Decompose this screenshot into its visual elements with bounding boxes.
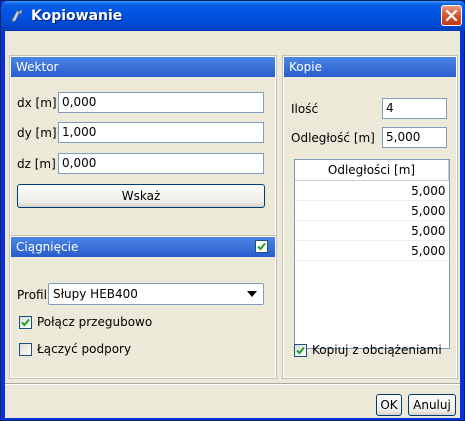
ciagniecie-header: Ciągnięcie xyxy=(11,237,275,257)
table-cell[interactable]: 5,000 xyxy=(295,240,449,261)
dz-field[interactable]: 0,000 xyxy=(58,153,264,174)
wektor-header-label: Wektor xyxy=(16,60,59,74)
table-header-row: Odległości [m] xyxy=(295,160,449,181)
odleglosci-table: Odległości [m] 5,000 5,000 5,000 5,000 xyxy=(294,159,450,349)
polacz-label: Połącz przegubowo xyxy=(37,315,153,329)
check-icon xyxy=(257,242,266,251)
dz-label: dz [m] xyxy=(17,157,56,171)
ciagniecie-panel: Ciągnięcie Profil Słupy HEB400 Połącz pr… xyxy=(10,236,276,378)
dx-label: dx [m] xyxy=(17,96,57,110)
close-icon xyxy=(445,9,458,22)
dx-field[interactable]: 0,000 xyxy=(58,92,264,113)
polacz-checkbox[interactable] xyxy=(19,316,32,329)
check-icon xyxy=(21,318,30,327)
kopiuj-checkbox[interactable] xyxy=(294,344,307,357)
dy-field[interactable]: 1,000 xyxy=(58,122,264,143)
kopie-header-label: Kopie xyxy=(289,60,322,74)
odleglosci-grid: Odległości [m] 5,000 5,000 5,000 5,000 xyxy=(295,160,449,261)
table-row[interactable]: 5,000 xyxy=(295,240,449,261)
ok-button-label: OK xyxy=(380,398,398,412)
laczyc-label: Łączyć podpory xyxy=(37,342,132,356)
kopie-header: Kopie xyxy=(284,57,456,77)
table-cell[interactable]: 5,000 xyxy=(295,200,449,221)
wektor-panel: Wektor dx [m] 0,000 dy [m] 1,000 dz [m] … xyxy=(10,56,276,246)
title-bar[interactable]: Kopiowanie xyxy=(1,1,465,31)
profil-select-value: Słupy HEB400 xyxy=(53,287,138,301)
check-icon xyxy=(296,346,305,355)
table-header-cell: Odległości [m] xyxy=(295,160,449,181)
odleglosc-label: Odległość [m] xyxy=(291,131,375,145)
footer-separator xyxy=(5,383,460,385)
cancel-button[interactable]: Anuluj xyxy=(408,394,456,416)
cancel-button-label: Anuluj xyxy=(413,398,451,412)
laczyc-checkbox[interactable] xyxy=(19,343,32,356)
ciagniecie-enable-checkbox[interactable] xyxy=(255,240,268,253)
dy-label: dy [m] xyxy=(17,126,57,140)
table-row[interactable]: 5,000 xyxy=(295,220,449,241)
table-cell[interactable]: 5,000 xyxy=(295,220,449,241)
kopie-panel: Kopie Ilość 4 Odległość [m] 5,000 Odległ… xyxy=(283,56,457,378)
close-button[interactable] xyxy=(441,5,462,26)
window-title: Kopiowanie xyxy=(31,8,123,24)
wskaz-button-label: Wskaż xyxy=(121,189,161,203)
wskaz-button[interactable]: Wskaż xyxy=(17,184,265,208)
chevron-down-icon xyxy=(247,291,257,297)
ok-button[interactable]: OK xyxy=(376,394,402,416)
dialog-client-area: Wektor dx [m] 0,000 dy [m] 1,000 dz [m] … xyxy=(5,31,460,418)
table-cell[interactable]: 5,000 xyxy=(295,180,449,201)
ilosc-label: Ilość xyxy=(291,102,319,116)
kopiuj-label: Kopiuj z obciążeniami xyxy=(312,343,442,357)
ilosc-field[interactable]: 4 xyxy=(382,98,447,119)
odleglosc-field[interactable]: 5,000 xyxy=(382,127,447,148)
table-row[interactable]: 5,000 xyxy=(295,180,449,201)
table-row[interactable]: 5,000 xyxy=(295,200,449,221)
copy-app-icon xyxy=(11,9,23,22)
profil-select[interactable]: Słupy HEB400 xyxy=(48,283,264,305)
dialog-window: Kopiowanie Wektor dx [m] 0,000 dy [m] 1,… xyxy=(0,0,465,421)
wektor-header: Wektor xyxy=(11,57,275,77)
profil-label: Profil xyxy=(17,288,47,302)
ciagniecie-header-label: Ciągnięcie xyxy=(16,240,79,254)
